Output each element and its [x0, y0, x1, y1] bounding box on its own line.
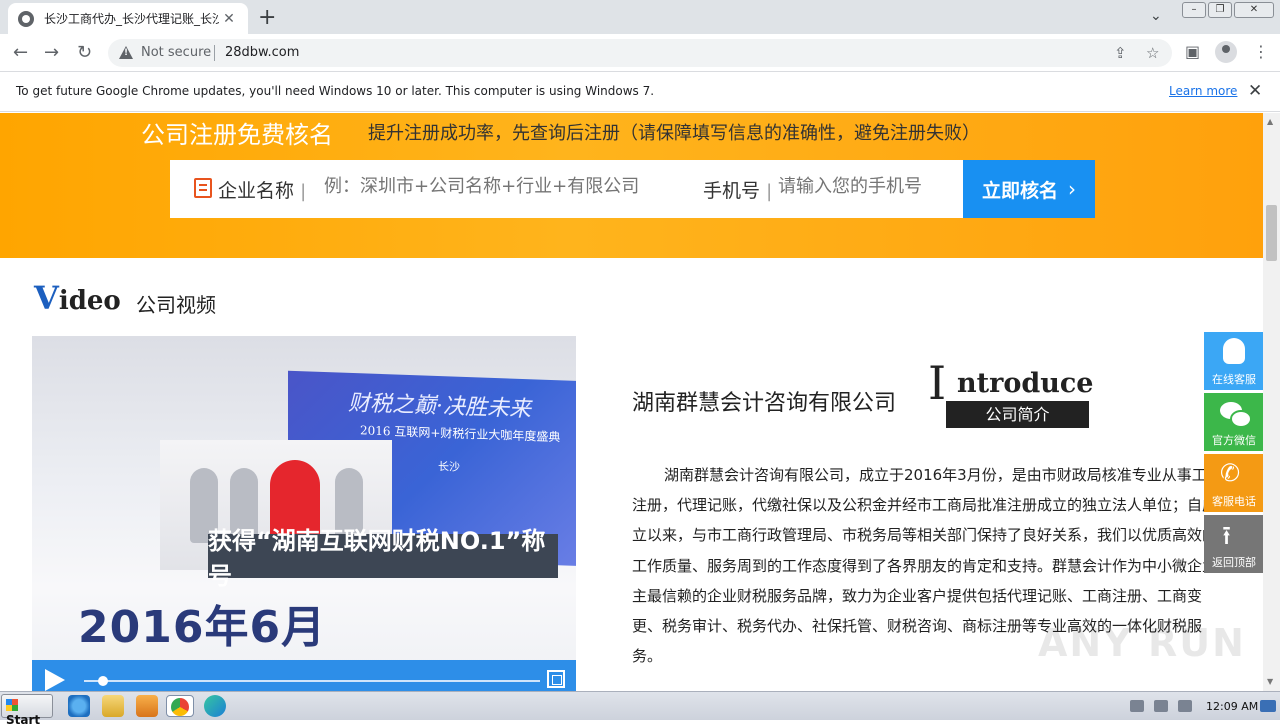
- video-caption: 获得“湖南互联网财税NO.1”称号: [208, 527, 558, 590]
- intro-heading-initial: I: [928, 356, 947, 410]
- fullscreen-icon[interactable]: [547, 670, 565, 688]
- restore-button[interactable]: ❐: [1208, 2, 1232, 18]
- intro-heading-rest: ntroduce: [957, 368, 1094, 399]
- intro-badge: 公司简介: [946, 401, 1089, 428]
- window-controls: – ❐ ✕: [1182, 2, 1274, 18]
- phone-input[interactable]: [778, 176, 948, 197]
- video-date-text: 2016年6月: [78, 602, 327, 653]
- new-tab-button[interactable]: +: [258, 5, 276, 30]
- url-text[interactable]: 28dbw.com: [225, 45, 299, 60]
- back-to-top-button[interactable]: ⭱ 返回顶部: [1204, 515, 1264, 573]
- folder-icon[interactable]: [102, 695, 124, 717]
- scrollbar-thumb[interactable]: [1266, 205, 1277, 261]
- start-label: Start: [6, 713, 41, 727]
- video-progress-track[interactable]: [84, 680, 540, 682]
- side-panel-icon[interactable]: ▣: [1185, 42, 1200, 61]
- media-player-icon[interactable]: [136, 695, 158, 717]
- tab-search-chevron-icon[interactable]: ⌄: [1150, 8, 1162, 24]
- update-infobar: To get future Google Chrome updates, you…: [0, 72, 1280, 112]
- wechat-button[interactable]: 官方微信: [1204, 393, 1264, 451]
- chrome-logo-icon: [171, 698, 189, 716]
- start-button[interactable]: Start: [1, 694, 53, 727]
- show-desktop-icon[interactable]: [1260, 700, 1276, 712]
- warning-icon[interactable]: [119, 46, 133, 59]
- windows-taskbar: Start 12:09 AM: [0, 691, 1280, 727]
- video-controls: [32, 660, 576, 691]
- browser-toolbar: ← → ↻ Not secure 28dbw.com ⇪ ☆ ▣ ⋮: [0, 34, 1280, 72]
- chevron-right-icon: ›: [1068, 177, 1076, 201]
- learn-more-link[interactable]: Learn more: [1169, 84, 1237, 98]
- phone-label: 手机号 |: [703, 180, 773, 202]
- play-icon[interactable]: [45, 669, 65, 691]
- video-heading-cn: 公司视频: [136, 293, 216, 317]
- video-progress-knob[interactable]: [97, 676, 108, 686]
- chrome-taskbar-icon[interactable]: [166, 695, 194, 717]
- share-icon[interactable]: ⇪: [1114, 44, 1127, 62]
- volume-icon[interactable]: [1130, 700, 1144, 712]
- qq-penguin-icon: [1223, 338, 1245, 364]
- reload-icon[interactable]: ↻: [77, 42, 92, 63]
- tab-strip: 长沙工商代办_长沙代理记账_长沙工 ✕ + ⌄ – ❐ ✕: [0, 0, 1280, 34]
- network-icon[interactable]: [1154, 700, 1168, 712]
- wechat-label: 官方微信: [1212, 434, 1256, 447]
- menu-kebab-icon[interactable]: ⋮: [1253, 42, 1269, 61]
- action-center-flag-icon[interactable]: [1178, 700, 1192, 712]
- scroll-down-arrow-icon[interactable]: ▼: [1267, 677, 1273, 686]
- wechat-icon: [1220, 402, 1252, 428]
- name-check-form: 企业名称 | 手机号 |: [170, 160, 963, 218]
- infobar-message: To get future Google Chrome updates, you…: [16, 84, 655, 98]
- tab-close-icon[interactable]: ✕: [220, 11, 238, 27]
- video-heading-rest: ideo: [58, 286, 121, 316]
- back-to-top-label: 返回顶部: [1212, 556, 1256, 569]
- window-close-button[interactable]: ✕: [1234, 2, 1274, 18]
- company-name-input[interactable]: [324, 176, 684, 197]
- page-viewport: 公司注册免费核名 提升注册成功率，先查询后注册（请保障填写信息的准确性，避免注册…: [0, 113, 1280, 691]
- anyrun-watermark-logo: ANY RUN: [1038, 621, 1246, 665]
- phone-service-label: 客服电话: [1212, 495, 1256, 508]
- browser-tab[interactable]: 长沙工商代办_长沙代理记账_长沙工 ✕: [8, 3, 248, 34]
- scroll-up-arrow-icon[interactable]: ▲: [1267, 117, 1273, 126]
- company-icon: [194, 178, 212, 198]
- windows-flag-icon: [6, 699, 18, 711]
- globe-icon: [18, 10, 34, 27]
- security-status[interactable]: Not secure: [141, 45, 211, 60]
- video-player[interactable]: 财税之巅·决胜未来 2016 互联网+财税行业大咖年度盛典 长沙 获得“湖南互联…: [32, 336, 576, 691]
- forward-arrow-icon[interactable]: →: [44, 42, 59, 63]
- phone-service-button[interactable]: ✆ 客服电话: [1204, 454, 1264, 512]
- stage-city: 长沙: [438, 460, 460, 474]
- tab-title: 长沙工商代办_长沙代理记账_长沙工: [44, 12, 219, 26]
- online-service-button[interactable]: 在线客服: [1204, 332, 1264, 390]
- ie-icon[interactable]: [68, 695, 90, 717]
- infobar-close-icon[interactable]: ✕: [1248, 81, 1262, 101]
- company-name-label: 企业名称 |: [218, 180, 307, 202]
- edge-icon[interactable]: [204, 695, 226, 717]
- address-bar[interactable]: Not secure 28dbw.com ⇪ ☆: [108, 39, 1172, 67]
- company-name-heading: 湖南群慧会计咨询有限公司: [632, 391, 897, 416]
- banner-subtitle: 提升注册成功率，先查询后注册（请保障填写信息的准确性，避免注册失败）: [368, 123, 980, 144]
- bookmark-star-icon[interactable]: ☆: [1146, 44, 1159, 62]
- profile-avatar-icon[interactable]: [1215, 41, 1237, 63]
- video-section-heading: Video: [34, 279, 121, 317]
- stage-title: 财税之巅·决胜未来: [348, 390, 531, 423]
- taskbar-clock[interactable]: 12:09 AM: [1206, 700, 1258, 713]
- minimize-button[interactable]: –: [1182, 2, 1206, 18]
- check-name-label: 立即核名: [981, 179, 1058, 202]
- phone-icon: ✆: [1220, 459, 1241, 487]
- page-scrollbar[interactable]: ▲ ▼: [1263, 113, 1280, 691]
- back-arrow-icon[interactable]: ←: [13, 42, 28, 63]
- omnibox-divider: [214, 45, 215, 61]
- check-name-button[interactable]: 立即核名 ›: [963, 160, 1095, 218]
- online-service-label: 在线客服: [1212, 373, 1256, 386]
- banner-title: 公司注册免费核名: [141, 121, 333, 149]
- name-check-banner: 公司注册免费核名 提升注册成功率，先查询后注册（请保障填写信息的准确性，避免注册…: [0, 113, 1263, 258]
- video-heading-initial: V: [34, 279, 59, 317]
